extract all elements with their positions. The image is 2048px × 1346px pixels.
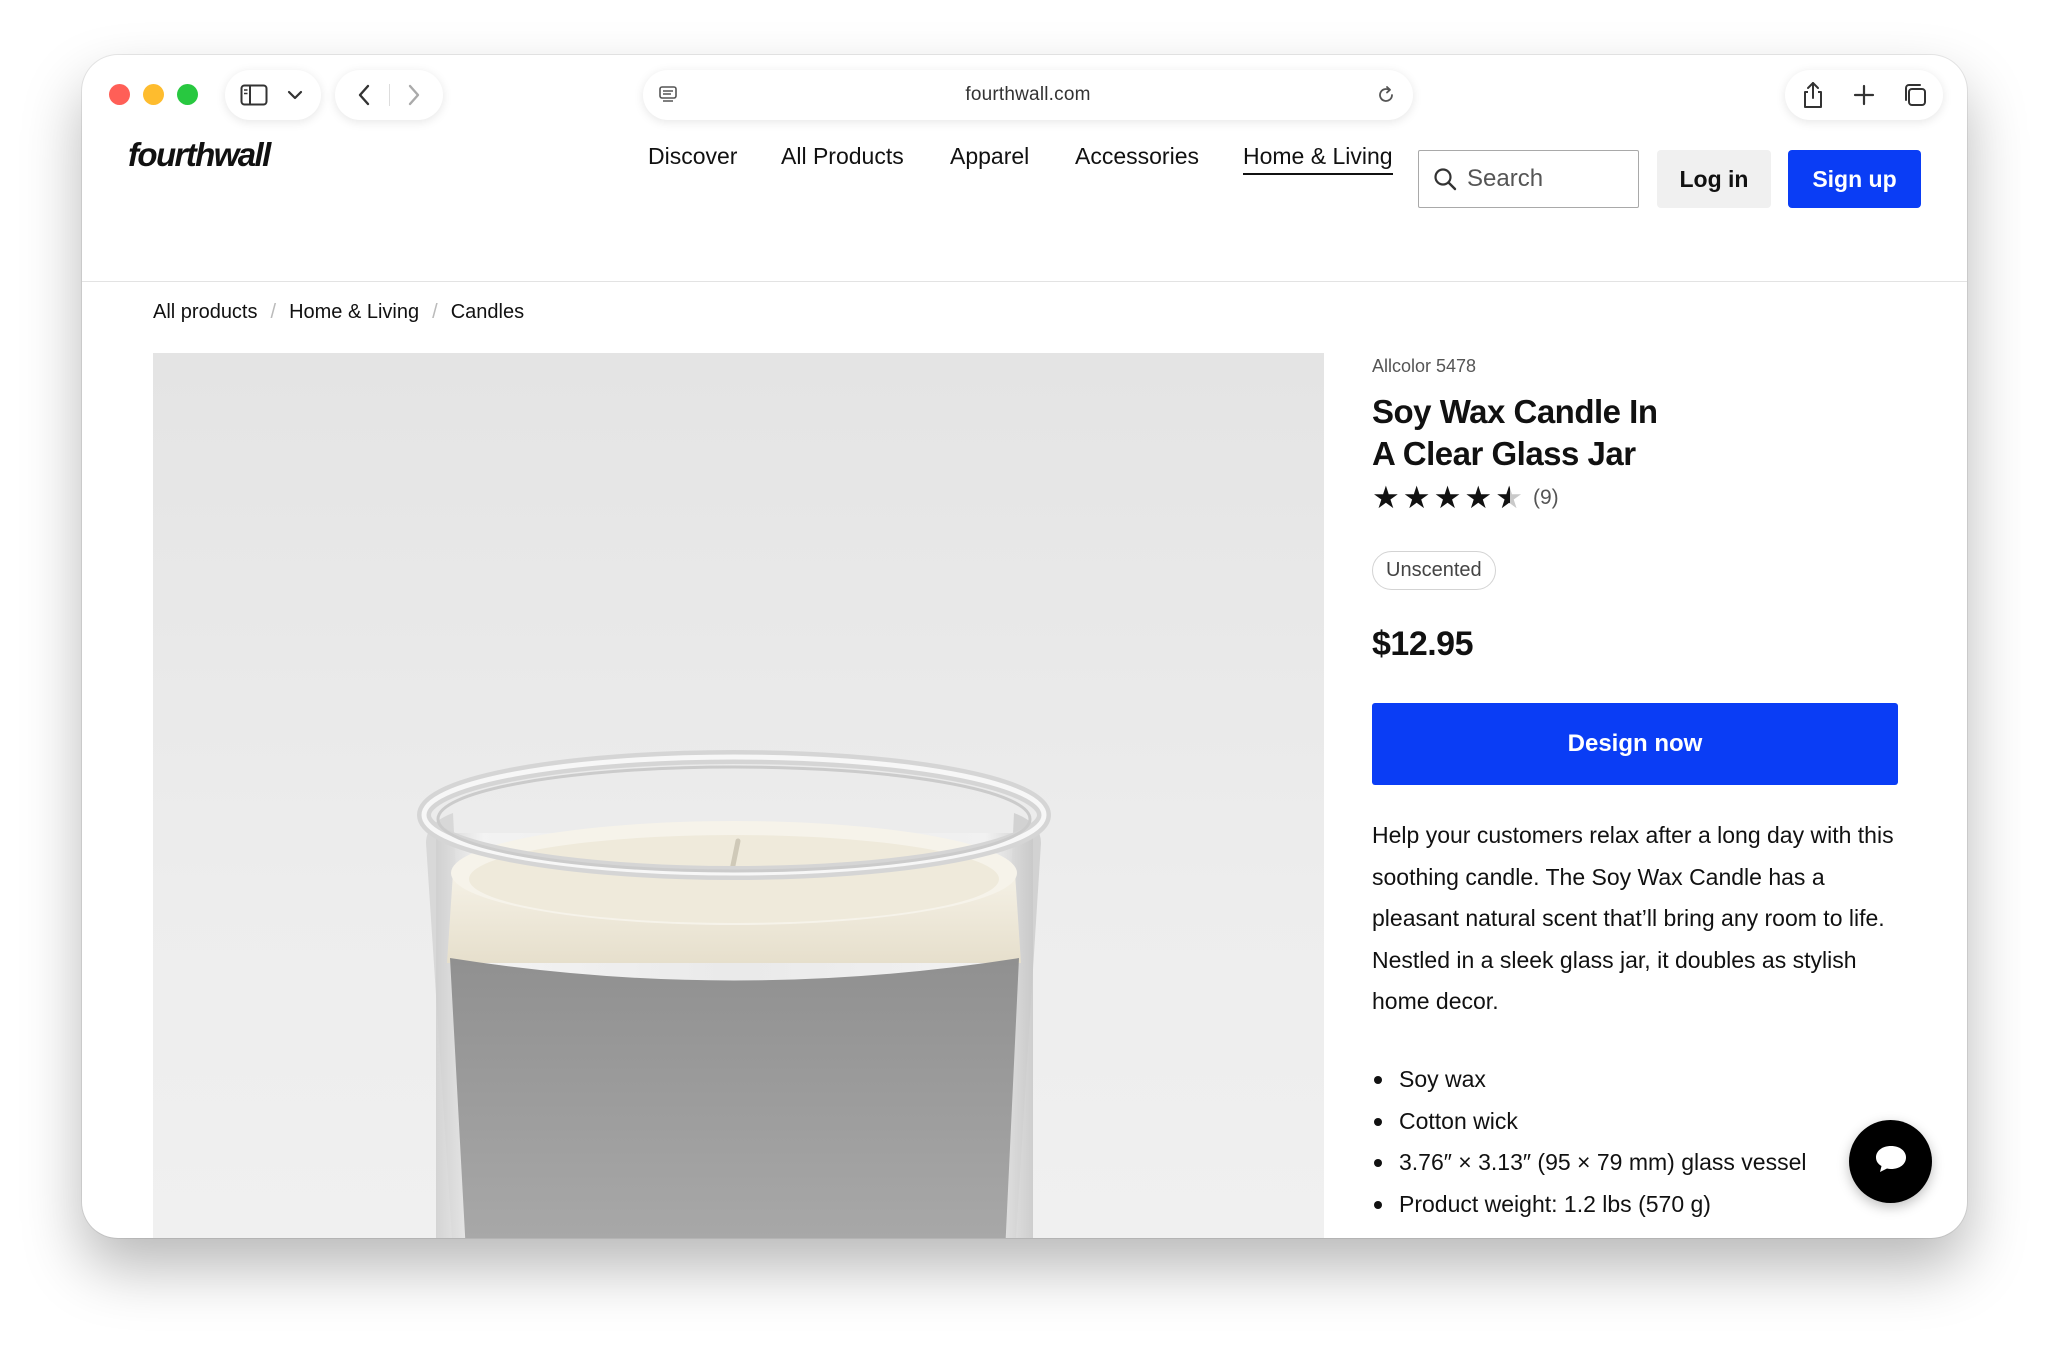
browser-window: fourthwall.com fourthwall Discover All P…: [82, 55, 1967, 1238]
product-rating[interactable]: ★ ★ ★ ★ ★ ★ (9): [1372, 482, 1559, 513]
reload-icon[interactable]: [1375, 84, 1397, 106]
url-text[interactable]: fourthwall.com: [965, 84, 1090, 106]
product-image: [153, 353, 1324, 1238]
rating-count[interactable]: (9): [1533, 486, 1559, 510]
product-sku: Allcolor 5478: [1372, 356, 1477, 376]
search-placeholder: Search: [1467, 165, 1544, 192]
new-tab-icon[interactable]: [1851, 82, 1877, 108]
back-icon[interactable]: [351, 82, 377, 108]
breadcrumb-all-products[interactable]: All products: [153, 301, 258, 324]
login-button[interactable]: Log in: [1657, 150, 1771, 208]
forward-icon[interactable]: [401, 82, 427, 108]
share-icon[interactable]: [1799, 81, 1827, 109]
chevron-down-icon[interactable]: [283, 85, 307, 105]
candle-illustration: [417, 750, 1051, 1238]
tabs-icon[interactable]: [1901, 81, 1929, 109]
product-title: Soy Wax Candle In A Clear Glass Jar: [1372, 391, 1872, 475]
address-bar[interactable]: fourthwall.com: [643, 70, 1413, 120]
star-icon: ★: [1464, 480, 1493, 515]
feature-item: Product weight: 1.2 lbs (570 g): [1372, 1184, 1912, 1226]
breadcrumb-candles[interactable]: Candles: [451, 301, 524, 324]
nav-apparel[interactable]: Apparel: [950, 143, 1029, 170]
close-window-button[interactable]: [109, 84, 130, 105]
design-now-button[interactable]: Design now: [1372, 703, 1898, 785]
product-description: Help your customers relax after a long d…: [1372, 822, 1894, 1014]
half-star-icon: ★ ★: [1495, 480, 1523, 515]
search-icon: [1433, 167, 1457, 191]
page-icon[interactable]: [657, 84, 679, 106]
minimize-window-button[interactable]: [143, 84, 164, 105]
history-nav-group: [335, 70, 443, 120]
variant-chip[interactable]: Unscented: [1372, 551, 1496, 590]
browser-actions: [1785, 70, 1943, 120]
product-title-line-2: A Clear Glass Jar: [1372, 435, 1636, 472]
nav-all-products[interactable]: All Products: [781, 143, 904, 170]
product-price: $12.95: [1372, 625, 1474, 663]
nav-accessories[interactable]: Accessories: [1075, 143, 1199, 170]
sidebar-icon[interactable]: [239, 83, 269, 107]
feature-item: Cotton wick: [1372, 1101, 1912, 1143]
star-icon: ★: [1402, 480, 1431, 515]
product-title-line-1: Soy Wax Candle In: [1372, 393, 1658, 430]
nav-discover[interactable]: Discover: [648, 143, 737, 170]
feature-list: Soy wax Cotton wick 3.76″ × 3.13″ (95 × …: [1372, 1059, 1912, 1225]
browser-toolbar: fourthwall.com: [82, 55, 1967, 131]
chat-icon: [1874, 1144, 1908, 1179]
breadcrumb-home-living[interactable]: Home & Living: [289, 301, 419, 324]
feature-item: 3.76″ × 3.13″ (95 × 79 mm) glass vessel: [1372, 1142, 1912, 1184]
star-icon: ★: [1433, 480, 1462, 515]
sidebar-toggle-group: [225, 70, 321, 120]
signup-button[interactable]: Sign up: [1788, 150, 1921, 208]
nav-home-living[interactable]: Home & Living: [1243, 143, 1393, 175]
star-icon: ★: [1372, 480, 1400, 515]
feature-item: Soy wax: [1372, 1059, 1912, 1101]
fourthwall-logo[interactable]: fourthwall: [128, 136, 271, 174]
breadcrumb: All products / Home & Living / Candles: [153, 301, 525, 324]
chat-button[interactable]: [1849, 1120, 1932, 1203]
zoom-window-button[interactable]: [177, 84, 198, 105]
search-field[interactable]: Search: [1418, 150, 1639, 208]
